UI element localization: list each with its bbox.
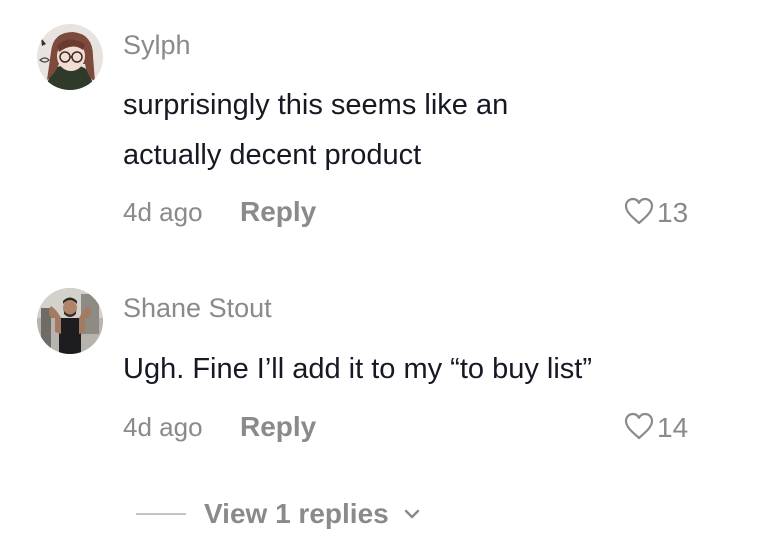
- user-avatar[interactable]: [37, 288, 103, 354]
- like-button[interactable]: 13: [623, 195, 688, 231]
- like-button[interactable]: 14: [623, 410, 688, 446]
- replies-divider: [136, 513, 186, 515]
- photo-avatar-image: [37, 288, 103, 354]
- heart-outline-icon: [623, 411, 655, 446]
- comment-username[interactable]: Sylph: [123, 30, 191, 61]
- comment-username[interactable]: Shane Stout: [123, 293, 272, 324]
- chevron-down-icon: [403, 508, 421, 520]
- view-replies-button[interactable]: View 1 replies: [136, 496, 421, 532]
- comment-text-line: Ugh. Fine I’ll add it to my “to buy list…: [123, 353, 592, 385]
- comment-text: Ugh. Fine I’ll add it to my “to buy list…: [123, 344, 743, 394]
- comment-text-line: surprisingly this seems like an: [123, 89, 509, 121]
- reply-button[interactable]: Reply: [240, 411, 316, 443]
- reply-button[interactable]: Reply: [240, 196, 316, 228]
- user-avatar[interactable]: [37, 24, 103, 90]
- comment-text: surprisingly this seems like an actually…: [123, 80, 743, 180]
- heart-outline-icon: [623, 196, 655, 231]
- comment-text-line: actually decent product: [123, 139, 422, 171]
- comment-timestamp: 4d ago: [123, 412, 203, 442]
- like-count: 13: [657, 197, 689, 228]
- like-count: 14: [657, 412, 689, 443]
- comment-timestamp: 4d ago: [123, 197, 203, 227]
- anime-avatar-image: [37, 24, 103, 90]
- view-replies-label: View 1 replies: [204, 498, 389, 529]
